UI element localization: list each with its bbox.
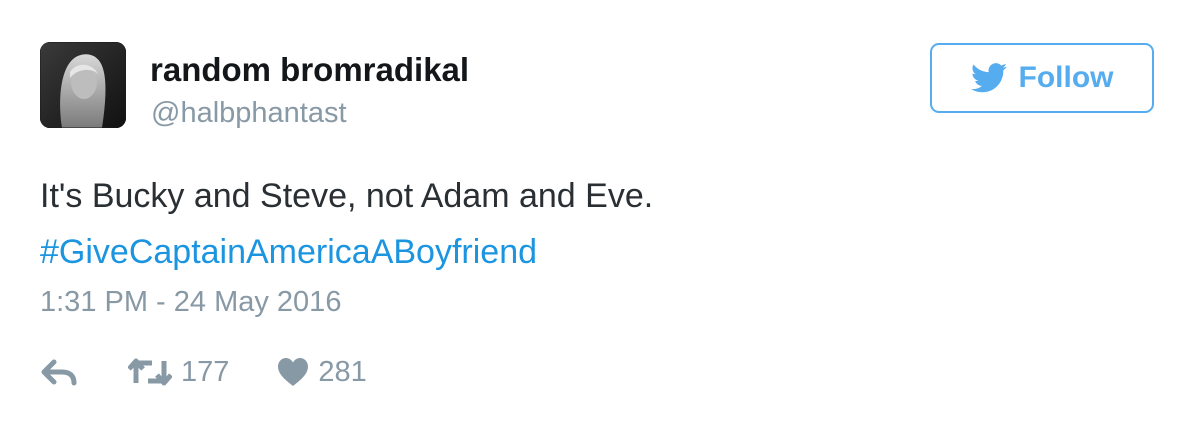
tweet-card: random bromradikal @halbphantast Follow …: [0, 0, 1200, 422]
like-button[interactable]: 281: [277, 354, 367, 390]
retweet-count: 177: [181, 356, 230, 388]
twitter-bird-icon: [970, 63, 1007, 93]
tweet-actions: 177 281: [40, 352, 367, 392]
hashtag-link[interactable]: #GiveCaptainAmericaABoyfriend: [40, 233, 537, 271]
author-name[interactable]: random bromradikal: [150, 50, 469, 90]
avatar[interactable]: [40, 42, 126, 128]
like-count: 281: [318, 356, 367, 388]
avatar-image: [40, 42, 126, 128]
tweet-text: It's Bucky and Steve, not Adam and Eve. …: [40, 168, 653, 280]
author-handle[interactable]: @halbphantast: [151, 95, 347, 131]
tweet-text-line: It's Bucky and Steve, not Adam and Eve.: [40, 177, 654, 215]
follow-label: Follow: [1018, 61, 1114, 94]
follow-button[interactable]: Follow: [930, 43, 1154, 113]
reply-button[interactable]: [40, 358, 78, 386]
reply-icon: [41, 359, 77, 386]
retweet-button[interactable]: 177: [128, 354, 229, 390]
tweet-timestamp[interactable]: 1:31 PM - 24 May 2016: [40, 284, 341, 320]
retweet-icon: [128, 358, 172, 386]
heart-icon: [278, 358, 309, 386]
